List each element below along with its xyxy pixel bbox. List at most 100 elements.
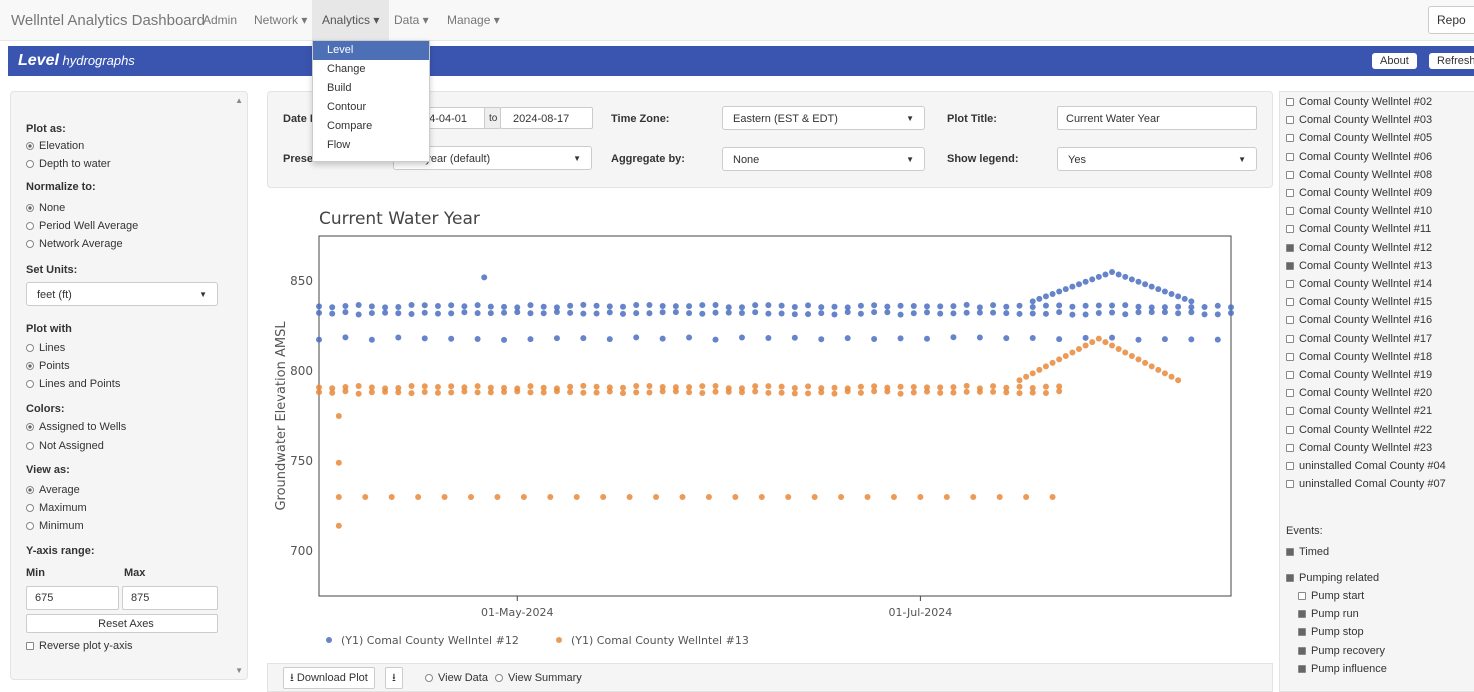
radio-period[interactable]: Period Well Average (26, 220, 138, 232)
legend-select[interactable]: Yes ▼ (1057, 147, 1257, 171)
well-item[interactable]: Comal County Wellntel #18 (1286, 351, 1432, 363)
well-item[interactable]: Comal County Wellntel #03 (1286, 114, 1432, 126)
well-item[interactable]: Comal County Wellntel #10 (1286, 205, 1432, 217)
well-item[interactable]: Comal County Wellntel #12 (1286, 242, 1432, 254)
event-item[interactable]: Pump run (1298, 608, 1359, 620)
menu-item-change[interactable]: Change (313, 60, 429, 79)
checkbox[interactable] (1286, 425, 1294, 434)
radio-not-assigned[interactable]: Not Assigned (26, 440, 104, 452)
reset-axes-button[interactable]: Reset Axes (26, 614, 218, 633)
radio-depth[interactable]: Depth to water (26, 158, 111, 170)
nav-analytics[interactable]: Analytics ▾ (312, 0, 390, 40)
checkbox[interactable] (1286, 462, 1294, 471)
well-item[interactable]: uninstalled Comal County #07 (1286, 478, 1446, 490)
checkbox[interactable] (1298, 610, 1306, 619)
radio-lines-points[interactable]: Lines and Points (26, 378, 120, 390)
checkbox[interactable] (1286, 243, 1294, 252)
checkbox[interactable] (1286, 170, 1294, 179)
menu-item-build[interactable]: Build (313, 79, 429, 98)
hydrograph-chart[interactable]: Current Water Year 700 750 800 850 01-May-202… (267, 196, 1271, 658)
checkbox[interactable] (1286, 389, 1294, 398)
event-item[interactable]: Pump start (1298, 590, 1364, 602)
checkbox[interactable] (1286, 261, 1294, 270)
radio-average[interactable]: Average (26, 484, 80, 496)
checkbox[interactable] (1286, 152, 1294, 161)
checkbox[interactable] (1286, 480, 1294, 489)
well-item[interactable]: Comal County Wellntel #19 (1286, 369, 1432, 381)
checkbox[interactable] (1286, 225, 1294, 234)
checkbox[interactable] (1298, 628, 1306, 637)
reverse-checkbox[interactable]: Reverse plot y-axis (26, 640, 133, 652)
date-to-input[interactable]: 2024-08-17 (500, 107, 593, 129)
checkbox[interactable] (1286, 352, 1294, 361)
checkbox[interactable] (1286, 407, 1294, 416)
plot-title-input[interactable]: Current Water Year (1057, 106, 1257, 130)
checkbox[interactable] (1286, 189, 1294, 198)
nav-admin[interactable]: Admin (203, 13, 237, 27)
event-item[interactable]: Pump stop (1298, 626, 1364, 638)
checkbox[interactable] (1298, 664, 1306, 673)
report-button[interactable]: Repo (1428, 6, 1474, 34)
well-item[interactable]: Comal County Wellntel #17 (1286, 333, 1432, 345)
well-item[interactable]: Comal County Wellntel #06 (1286, 151, 1432, 163)
well-item[interactable]: Comal County Wellntel #09 (1286, 187, 1432, 199)
checkbox[interactable] (1286, 98, 1294, 107)
view-data-radio[interactable]: View Data (425, 672, 488, 684)
well-item[interactable]: Comal County Wellntel #11 (1286, 223, 1431, 235)
checkbox[interactable] (1286, 116, 1294, 125)
menu-item-contour[interactable]: Contour (313, 98, 429, 117)
well-item[interactable]: Comal County Wellntel #22 (1286, 424, 1432, 436)
radio-maximum[interactable]: Maximum (26, 502, 87, 514)
radio-lines[interactable]: Lines (26, 342, 65, 354)
menu-item-level[interactable]: Level (313, 41, 429, 60)
brand[interactable]: Wellntel Analytics Dashboard (11, 12, 205, 29)
well-item[interactable]: Comal County Wellntel #15 (1286, 296, 1432, 308)
checkbox[interactable] (1286, 298, 1294, 307)
checkbox[interactable] (1298, 646, 1306, 655)
checkbox[interactable] (1286, 334, 1294, 343)
event-item[interactable]: Pump recovery (1298, 645, 1385, 657)
download-plot-button[interactable]: ⭳ Download Plot (283, 667, 375, 689)
radio-points[interactable]: Points (26, 360, 70, 372)
well-item[interactable]: Comal County Wellntel #05 (1286, 132, 1432, 144)
nav-data[interactable]: Data ▾ (394, 13, 429, 27)
well-item[interactable]: Comal County Wellntel #02 (1286, 96, 1432, 108)
view-summary-radio[interactable]: View Summary (495, 672, 582, 684)
well-item[interactable]: Comal County Wellntel #21 (1286, 405, 1432, 417)
nav-manage[interactable]: Manage ▾ (447, 13, 500, 27)
checkbox[interactable] (1286, 443, 1294, 452)
ymin-input[interactable]: 675 (26, 586, 119, 610)
checkbox[interactable] (1298, 592, 1306, 601)
timezone-select[interactable]: Eastern (EST & EDT) ▼ (722, 106, 925, 130)
checkbox[interactable] (1286, 134, 1294, 143)
menu-item-flow[interactable]: Flow (313, 136, 429, 155)
radio-elevation[interactable]: Elevation (26, 140, 84, 152)
well-item[interactable]: Comal County Wellntel #20 (1286, 387, 1432, 399)
aggregate-select[interactable]: None ▼ (722, 147, 925, 171)
well-item[interactable]: Comal County Wellntel #16 (1286, 314, 1432, 326)
event-pumping[interactable]: Pumping related (1286, 572, 1379, 584)
well-item[interactable]: Comal County Wellntel #08 (1286, 169, 1432, 181)
menu-item-compare[interactable]: Compare (313, 117, 429, 136)
event-item[interactable]: Pump influence (1298, 663, 1387, 675)
well-item[interactable]: Comal County Wellntel #23 (1286, 442, 1432, 454)
well-item[interactable]: Comal County Wellntel #14 (1286, 278, 1432, 290)
scroll-down-icon[interactable]: ▼ (235, 666, 243, 675)
radio-assigned[interactable]: Assigned to Wells (26, 421, 126, 433)
radio-network[interactable]: Network Average (26, 238, 123, 250)
checkbox[interactable] (1286, 371, 1294, 380)
radio-minimum[interactable]: Minimum (26, 520, 84, 532)
event-timed[interactable]: Timed (1286, 546, 1329, 558)
download-icon-button[interactable]: ⭳ (385, 667, 403, 689)
refresh-button[interactable]: Refresh (1429, 53, 1474, 69)
radio-none[interactable]: None (26, 202, 65, 214)
about-button[interactable]: About (1372, 53, 1417, 69)
checkbox[interactable] (1286, 316, 1294, 325)
scroll-up-icon[interactable]: ▲ (235, 96, 243, 105)
units-select[interactable]: feet (ft) ▼ (26, 282, 218, 306)
checkbox[interactable] (1286, 280, 1294, 289)
checkbox[interactable] (1286, 207, 1294, 216)
ymax-input[interactable]: 875 (122, 586, 218, 610)
nav-network[interactable]: Network ▾ (254, 13, 307, 27)
well-item[interactable]: Comal County Wellntel #13 (1286, 260, 1432, 272)
